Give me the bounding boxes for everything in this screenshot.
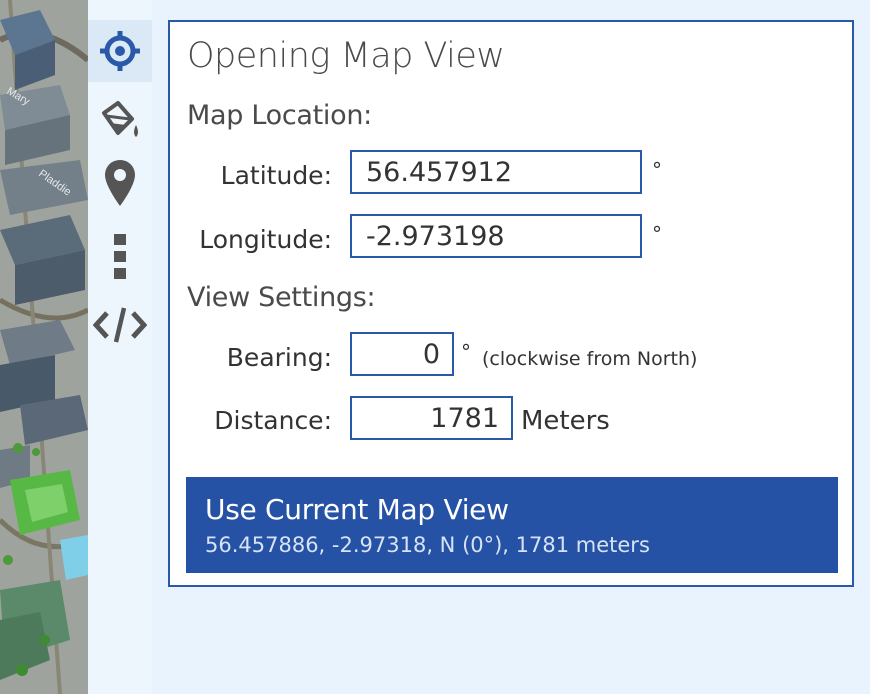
latitude-label: Latitude: — [220, 161, 332, 190]
panel-title: Opening Map View — [187, 36, 505, 76]
locate-crosshair-icon — [100, 31, 140, 71]
opening-map-view-panel: Opening Map View Map Location: Latitude:… — [168, 20, 854, 587]
map-view[interactable]: Mary Pladdie — [0, 0, 88, 694]
use-current-title: Use Current Map View — [205, 493, 509, 526]
longitude-input[interactable] — [350, 214, 642, 258]
style-tool-button[interactable] — [88, 90, 152, 152]
use-current-summary: 56.457886, -2.97318, N (0°), 1781 meters — [205, 533, 650, 557]
view-settings-heading: View Settings: — [187, 282, 376, 313]
distance-input[interactable] — [350, 396, 513, 440]
embed-tool-button[interactable] — [88, 294, 152, 356]
paint-bucket-icon — [102, 101, 138, 137]
marker-tool-button[interactable] — [88, 152, 152, 214]
more-tool-button[interactable] — [88, 226, 152, 288]
bearing-note: (clockwise from North) — [482, 348, 698, 370]
latitude-degree-symbol: ° — [652, 158, 662, 182]
embed-code-icon — [93, 307, 147, 343]
more-vertical-icon — [114, 234, 126, 279]
latitude-input[interactable] — [350, 150, 642, 194]
locate-tool-button[interactable] — [88, 20, 152, 82]
longitude-degree-symbol: ° — [652, 222, 662, 246]
map-city-render: Mary Pladdie — [0, 0, 88, 694]
map-location-heading: Map Location: — [187, 100, 372, 131]
bearing-degree-symbol: ° — [461, 340, 471, 364]
bearing-label: Bearing: — [226, 343, 332, 372]
distance-label: Distance: — [214, 406, 332, 435]
tool-rail — [88, 0, 152, 694]
longitude-label: Longitude: — [199, 225, 332, 254]
bearing-input[interactable] — [350, 332, 454, 376]
use-current-map-view-button[interactable]: Use Current Map View 56.457886, -2.97318… — [186, 477, 838, 573]
map-pin-icon — [105, 160, 135, 206]
distance-unit: Meters — [521, 406, 610, 436]
